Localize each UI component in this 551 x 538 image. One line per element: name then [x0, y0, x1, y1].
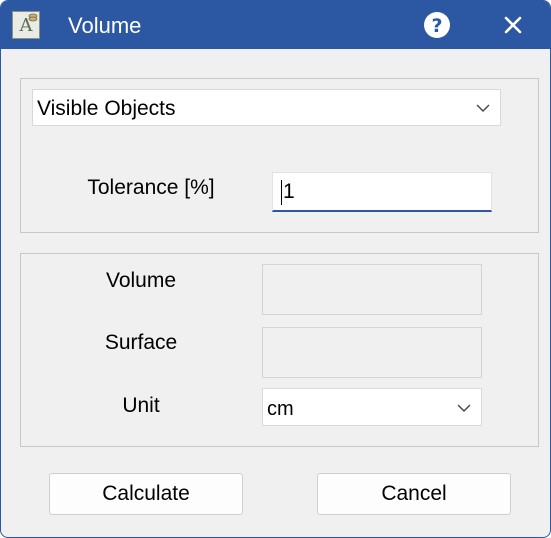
close-icon	[504, 16, 522, 34]
title-bar[interactable]: A Volume ?	[1, 1, 550, 49]
volume-output	[262, 264, 482, 315]
chevron-down-icon	[457, 404, 471, 412]
chevron-down-icon	[476, 104, 490, 112]
question-circle-icon: ?	[424, 12, 450, 38]
window-title: Volume	[68, 13, 142, 38]
tolerance-value: 1	[283, 180, 295, 203]
unit-label: Unit	[122, 394, 160, 417]
app-icon: A	[12, 11, 40, 39]
objects-dropdown[interactable]: Visible Objects	[32, 89, 501, 126]
tolerance-label: Tolerance [%]	[87, 176, 215, 199]
svg-text:?: ?	[431, 15, 442, 37]
calculate-button[interactable]: Calculate	[49, 473, 243, 515]
surface-output	[262, 327, 482, 378]
cancel-button[interactable]: Cancel	[317, 473, 511, 515]
help-button[interactable]: ?	[423, 11, 451, 39]
close-button[interactable]	[499, 11, 527, 39]
unit-dropdown[interactable]: cm	[262, 388, 482, 426]
surface-label: Surface	[104, 331, 178, 354]
tolerance-input[interactable]: 1	[272, 172, 492, 212]
coin-stack-icon	[28, 13, 38, 22]
volume-label: Volume	[105, 269, 177, 292]
volume-dialog: A Volume ? Visible Objects Tolerance [%]	[0, 0, 551, 538]
text-caret	[281, 180, 282, 205]
unit-dropdown-value: cm	[267, 398, 294, 420]
objects-dropdown-value: Visible Objects	[37, 97, 176, 120]
